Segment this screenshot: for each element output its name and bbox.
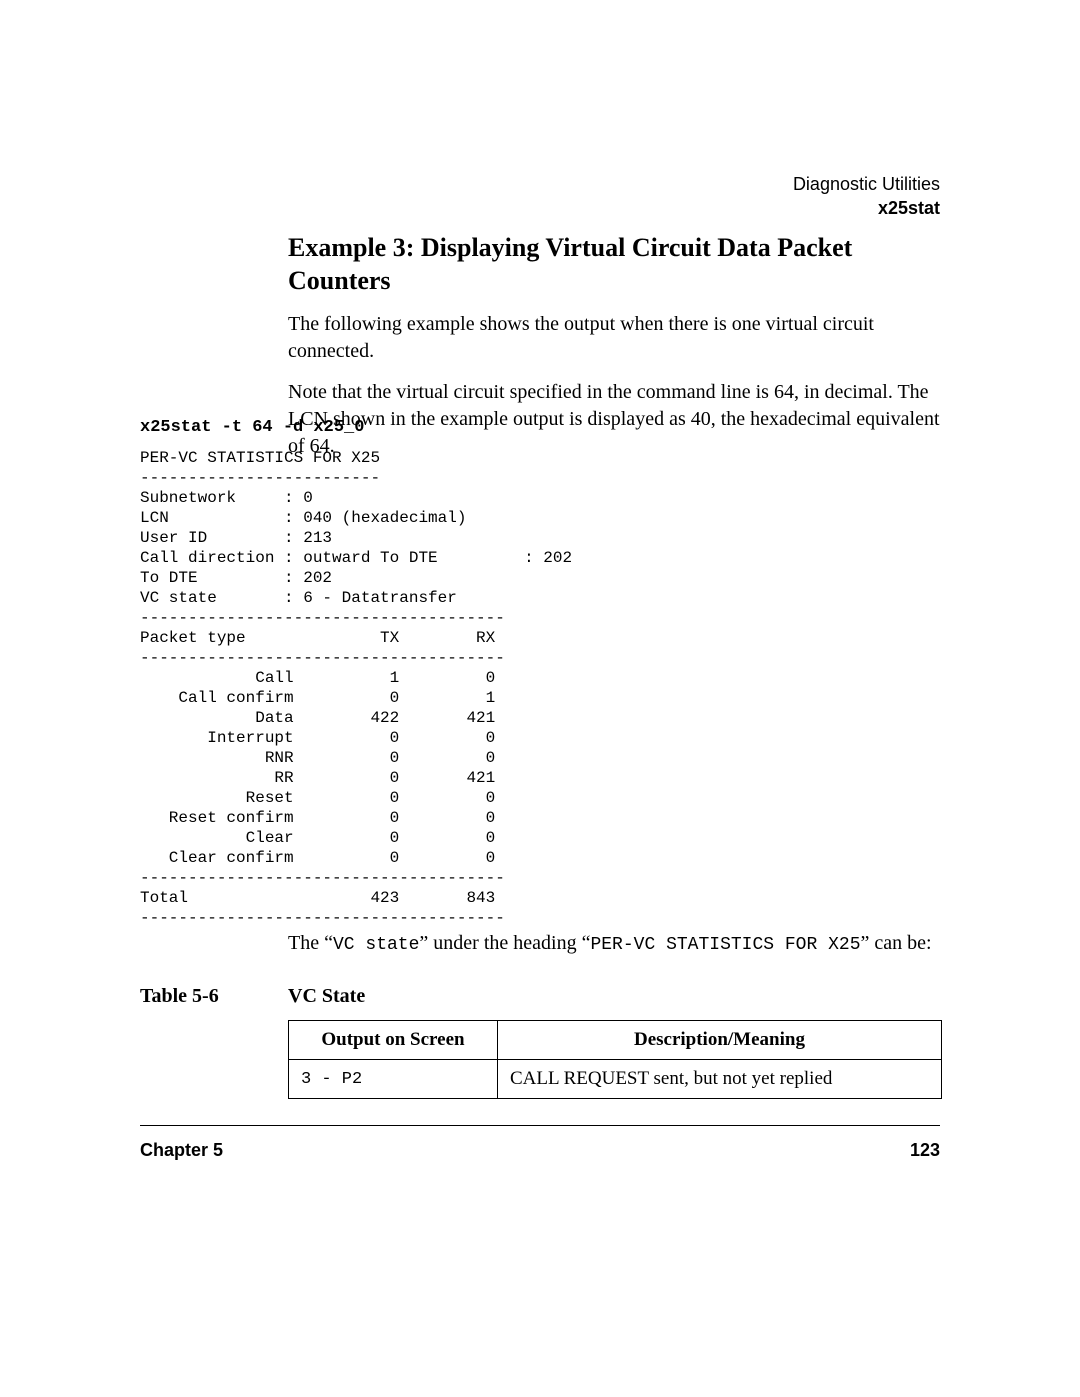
text-fragment: The “ (288, 932, 333, 954)
body-column: Example 3: Displaying Virtual Circuit Da… (288, 232, 942, 474)
footer-chapter: Chapter 5 (140, 1140, 223, 1161)
inline-code-heading: PER-VC STATISTICS FOR X25 (590, 935, 860, 955)
intro-paragraph-1: The following example shows the output w… (288, 311, 942, 365)
table-row: 3 - P2 CALL REQUEST sent, but not yet re… (289, 1060, 942, 1099)
table-caption: VC State (288, 985, 365, 1008)
vc-state-table: Output on Screen Description/Meaning 3 -… (288, 1020, 942, 1099)
table-cell-desc: CALL REQUEST sent, but not yet replied (497, 1060, 941, 1099)
running-head-category: Diagnostic Utilities (793, 172, 940, 196)
console-output: PER-VC STATISTICS FOR X25 --------------… (140, 448, 572, 928)
post-console-paragraph: The “VC state” under the heading “PER-VC… (288, 930, 942, 957)
table-header-output: Output on Screen (289, 1021, 498, 1060)
running-head-topic: x25stat (793, 196, 940, 220)
text-fragment: ” can be: (861, 932, 932, 954)
table-header-desc: Description/Meaning (497, 1021, 941, 1060)
command-line: x25stat -t 64 -d x25_0 (140, 418, 364, 437)
page: Diagnostic Utilities x25stat Example 3: … (0, 0, 1080, 1397)
table-cell-code: 3 - P2 (289, 1060, 498, 1099)
footer-page-number: 123 (910, 1140, 940, 1161)
running-head: Diagnostic Utilities x25stat (793, 172, 940, 221)
table-label: Table 5-6 (140, 985, 219, 1008)
inline-code-vc-state: VC state (333, 935, 419, 955)
table-header-row: Output on Screen Description/Meaning (289, 1021, 942, 1060)
section-heading: Example 3: Displaying Virtual Circuit Da… (288, 232, 942, 297)
text-fragment: ” under the heading “ (419, 932, 590, 954)
footer-rule (140, 1125, 940, 1126)
